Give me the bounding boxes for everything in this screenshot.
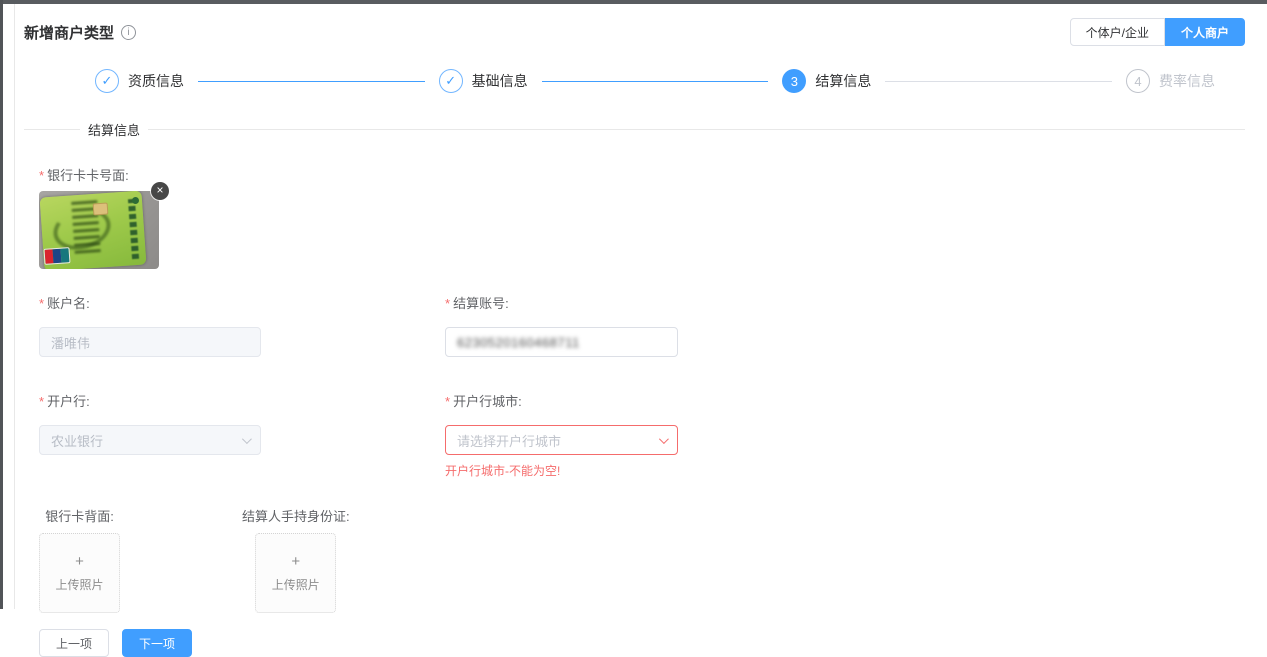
step-check-icon: ✓ xyxy=(439,69,463,93)
section-title: 结算信息 xyxy=(88,120,140,139)
bank-city-select[interactable]: 请选择开户行城市 xyxy=(445,425,678,455)
settlement-form: *银行卡卡号面: × *账户名: xyxy=(39,165,1245,657)
bank-label: *开户行: xyxy=(39,391,445,410)
step-label: 基础信息 xyxy=(472,71,528,91)
chevron-down-icon xyxy=(659,434,669,444)
settler-id-photo-upload-button[interactable]: + 上传照片 xyxy=(255,533,336,613)
settler-id-photo-label: 结算人手持身份证: xyxy=(242,506,350,525)
step-label: 费率信息 xyxy=(1159,71,1215,91)
bank-card-front-label: *银行卡卡号面: xyxy=(39,165,1245,184)
step-rate-info[interactable]: 4 费率信息 xyxy=(1126,69,1215,93)
chevron-down-icon xyxy=(242,434,252,444)
wizard-footer: 上一项 下一项 xyxy=(39,629,1245,657)
step-settlement-info[interactable]: 3 结算信息 xyxy=(782,69,871,93)
step-connector xyxy=(885,81,1112,82)
step-check-icon: ✓ xyxy=(95,69,119,93)
plus-icon: + xyxy=(291,554,300,569)
account-row: *账户名: 潘唯伟 *结算账号: 6230520160468711 xyxy=(39,293,1245,357)
bank-select-value: 农业银行 xyxy=(51,431,103,450)
upload-photo-text: 上传照片 xyxy=(55,576,103,593)
step-connector xyxy=(542,81,769,82)
account-name-input[interactable]: 潘唯伟 xyxy=(39,327,261,357)
step-basic-info[interactable]: ✓ 基础信息 xyxy=(439,69,528,93)
settlement-account-input[interactable]: 6230520160468711 xyxy=(445,327,678,357)
step-number: 3 xyxy=(782,69,806,93)
step-qualification-info[interactable]: ✓ 资质信息 xyxy=(95,69,184,93)
account-name-label: *账户名: xyxy=(39,293,445,312)
step-label: 资质信息 xyxy=(128,71,184,91)
settler-id-photo-field: 结算人手持身份证: + 上传照片 xyxy=(242,506,350,613)
merchant-type-business-button[interactable]: 个体户/企业 xyxy=(1070,18,1165,46)
remove-image-close-icon[interactable]: × xyxy=(151,182,169,200)
section-divider: 结算信息 xyxy=(24,120,1245,139)
add-merchant-panel: 新增商户类型 i 个体户/企业 个人商户 ✓ 资质信息 ✓ 基础信息 3 结算信… xyxy=(14,4,1267,609)
settlement-account-label: *结算账号: xyxy=(445,293,1245,312)
page-title-wrap: 新增商户类型 i xyxy=(24,18,136,43)
required-mark: * xyxy=(39,168,44,183)
card-chip-graphic xyxy=(93,202,109,215)
upload-photo-text: 上传照片 xyxy=(272,576,320,593)
merchant-type-switch: 个体户/企业 个人商户 xyxy=(1070,18,1245,46)
unionpay-logo xyxy=(43,247,70,265)
step-label: 结算信息 xyxy=(815,71,871,91)
bank-card-front-preview: × xyxy=(39,191,159,269)
next-step-button[interactable]: 下一项 xyxy=(122,629,192,657)
bank-card-image[interactable] xyxy=(39,191,159,269)
stepper: ✓ 资质信息 ✓ 基础信息 3 结算信息 4 费率信息 xyxy=(95,69,1215,93)
bank-card-back-field: 银行卡背面: + 上传照片 xyxy=(39,506,120,613)
plus-icon: + xyxy=(75,554,84,569)
settlement-account-value: 6230520160468711 xyxy=(457,335,580,350)
page-title: 新增商户类型 xyxy=(24,22,114,43)
bank-city-label: *开户行城市: xyxy=(445,391,1245,410)
bank-select[interactable]: 农业银行 xyxy=(39,425,261,455)
step-connector xyxy=(198,81,425,82)
merchant-type-personal-button[interactable]: 个人商户 xyxy=(1165,18,1245,46)
upload-row: 银行卡背面: + 上传照片 结算人手持身份证: + 上传照片 xyxy=(39,506,1245,613)
bank-city-placeholder: 请选择开户行城市 xyxy=(457,431,561,450)
bank-city-error-message: 开户行城市-不能为空! xyxy=(445,462,1245,479)
account-name-value: 潘唯伟 xyxy=(51,333,90,352)
bank-row: *开户行: 农业银行 *开户行城市: 请选择开户行城市 开户行城市-不能为空! xyxy=(39,391,1245,479)
bank-card-back-upload-button[interactable]: + 上传照片 xyxy=(39,533,120,613)
info-icon[interactable]: i xyxy=(121,25,136,40)
step-number: 4 xyxy=(1126,69,1150,93)
page-header: 新增商户类型 i 个体户/企业 个人商户 xyxy=(24,18,1245,46)
bank-card-back-label: 银行卡背面: xyxy=(45,506,114,525)
window-left-edge xyxy=(0,0,3,609)
previous-step-button[interactable]: 上一项 xyxy=(39,629,109,657)
